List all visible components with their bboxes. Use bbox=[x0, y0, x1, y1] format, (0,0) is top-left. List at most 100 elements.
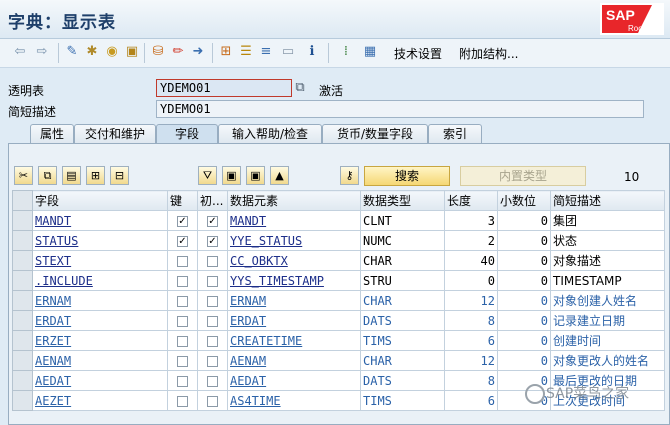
initial-checkbox-cell[interactable] bbox=[197, 350, 228, 371]
object-icon[interactable]: ▣ bbox=[124, 44, 140, 60]
copy-row-icon[interactable]: ⧉ bbox=[38, 166, 57, 185]
field-name-cell[interactable]: MANDT bbox=[32, 210, 168, 231]
decimals-cell[interactable]: 0 bbox=[497, 210, 551, 231]
decimals-cell[interactable]: 0 bbox=[497, 250, 551, 271]
tech-settings-button[interactable]: 技术设置 bbox=[394, 45, 442, 62]
columns-icon[interactable]: ⁞ bbox=[338, 44, 354, 60]
filter-icon[interactable]: ⛛ bbox=[198, 166, 217, 185]
initial-checkbox-cell[interactable] bbox=[197, 390, 228, 411]
tree-icon[interactable]: ≡ bbox=[258, 44, 274, 60]
data-type-cell[interactable]: TIMS bbox=[360, 390, 445, 411]
row-selector[interactable] bbox=[12, 310, 33, 331]
table-row[interactable]: MANDT ✓ ✓ MANDT CLNT 3 0 集团 bbox=[12, 210, 665, 231]
header-field[interactable]: 字段 bbox=[32, 190, 168, 211]
initial-checkbox[interactable]: ✓ bbox=[207, 235, 218, 247]
table-row[interactable]: AENAM AENAM CHAR 12 0 对象更改人的姓名 bbox=[12, 350, 665, 371]
field-name-cell[interactable]: .INCLUDE bbox=[32, 270, 168, 291]
header-length[interactable]: 长度 bbox=[444, 190, 498, 211]
row-selector[interactable] bbox=[12, 290, 33, 311]
initial-checkbox-cell[interactable]: ✓ bbox=[197, 210, 228, 231]
length-cell[interactable]: 12 bbox=[444, 290, 498, 311]
table-row[interactable]: ERNAM ERNAM CHAR 12 0 对象创建人姓名 bbox=[12, 290, 665, 311]
display-change-icon[interactable]: ✎ bbox=[64, 44, 80, 60]
key-checkbox[interactable] bbox=[177, 395, 188, 407]
builtin-type-button[interactable]: 内置类型 bbox=[460, 166, 586, 186]
key-checkbox-cell[interactable] bbox=[167, 310, 198, 331]
append-structure-button[interactable]: 附加结构... bbox=[459, 45, 518, 62]
cut-icon[interactable]: ✂ bbox=[14, 166, 33, 185]
decimals-cell[interactable]: 0 bbox=[497, 350, 551, 371]
row-selector[interactable] bbox=[12, 330, 33, 351]
header-decimals[interactable]: 小数位 bbox=[497, 190, 551, 211]
initial-checkbox[interactable]: ✓ bbox=[207, 215, 218, 227]
tab-currency[interactable]: 货币/数量字段 bbox=[322, 124, 428, 143]
copy-icon[interactable]: ⧉ bbox=[292, 80, 308, 96]
length-cell[interactable]: 0 bbox=[444, 270, 498, 291]
field-name-cell[interactable]: STEXT bbox=[32, 250, 168, 271]
header-initial[interactable]: 初... bbox=[197, 190, 228, 211]
key-icon[interactable]: ⚷ bbox=[340, 166, 359, 185]
data-type-cell[interactable]: CHAR bbox=[360, 290, 445, 311]
decimals-cell[interactable]: 0 bbox=[497, 270, 551, 291]
decimals-cell[interactable]: 0 bbox=[497, 230, 551, 251]
data-type-cell[interactable]: TIMS bbox=[360, 330, 445, 351]
data-element-cell[interactable]: CC_OBKTX bbox=[227, 250, 361, 271]
length-cell[interactable]: 6 bbox=[444, 330, 498, 351]
key-checkbox[interactable] bbox=[177, 255, 188, 267]
table-row[interactable]: ERDAT ERDAT DATS 8 0 记录建立日期 bbox=[12, 310, 665, 331]
key-checkbox-cell[interactable] bbox=[167, 370, 198, 391]
row-selector[interactable] bbox=[12, 250, 33, 271]
row-selector[interactable] bbox=[12, 270, 33, 291]
page-up-icon[interactable]: ▣ bbox=[222, 166, 241, 185]
data-element-cell[interactable]: AEDAT bbox=[227, 370, 361, 391]
data-type-cell[interactable]: CLNT bbox=[360, 210, 445, 231]
length-cell[interactable]: 3 bbox=[444, 210, 498, 231]
initial-checkbox-cell[interactable] bbox=[197, 310, 228, 331]
key-checkbox-cell[interactable] bbox=[167, 270, 198, 291]
data-element-cell[interactable]: ERNAM bbox=[227, 290, 361, 311]
initial-checkbox[interactable] bbox=[207, 295, 218, 307]
search-button[interactable]: 搜索 bbox=[364, 166, 450, 186]
row-selector[interactable] bbox=[12, 370, 33, 391]
row-selector[interactable] bbox=[12, 350, 33, 371]
data-element-cell[interactable]: AS4TIME bbox=[227, 390, 361, 411]
length-cell[interactable]: 12 bbox=[444, 350, 498, 371]
insert-row-icon[interactable]: ⊞ bbox=[86, 166, 105, 185]
where-used-icon[interactable]: ➜ bbox=[190, 44, 206, 60]
table-row[interactable]: STATUS ✓ ✓ YYE_STATUS NUMC 2 0 状态 bbox=[12, 230, 665, 251]
initial-checkbox[interactable] bbox=[207, 255, 218, 267]
activate-icon[interactable]: ✱ bbox=[84, 44, 100, 60]
tab-indexes[interactable]: 索引 bbox=[428, 124, 482, 143]
initial-checkbox[interactable] bbox=[207, 315, 218, 327]
paste-icon[interactable]: ▤ bbox=[62, 166, 81, 185]
table-icon[interactable]: ▦ bbox=[362, 44, 378, 60]
length-cell[interactable]: 2 bbox=[444, 230, 498, 251]
data-element-cell[interactable]: ERDAT bbox=[227, 310, 361, 331]
key-checkbox[interactable]: ✓ bbox=[177, 235, 188, 247]
row-selector[interactable] bbox=[12, 230, 33, 251]
length-cell[interactable]: 8 bbox=[444, 310, 498, 331]
header-key[interactable]: 键 bbox=[167, 190, 198, 211]
table-row[interactable]: .INCLUDE YYS_TIMESTAMP STRU 0 0 TIMESTAMP bbox=[12, 270, 665, 291]
edit-pencil-icon[interactable]: ✏ bbox=[170, 44, 186, 60]
initial-checkbox-cell[interactable] bbox=[197, 370, 228, 391]
field-name-cell[interactable]: STATUS bbox=[32, 230, 168, 251]
initial-checkbox-cell[interactable] bbox=[197, 250, 228, 271]
key-checkbox[interactable] bbox=[177, 275, 188, 287]
page-down-icon[interactable]: ▣ bbox=[246, 166, 265, 185]
hierarchy-icon[interactable]: ⛁ bbox=[150, 44, 166, 60]
field-name-cell[interactable]: AEDAT bbox=[32, 370, 168, 391]
data-element-cell[interactable]: MANDT bbox=[227, 210, 361, 231]
field-name-cell[interactable]: ERNAM bbox=[32, 290, 168, 311]
header-data-element[interactable]: 数据元素 bbox=[227, 190, 361, 211]
data-element-cell[interactable]: AENAM bbox=[227, 350, 361, 371]
back-icon[interactable]: ⇦ bbox=[12, 44, 28, 60]
key-checkbox-cell[interactable]: ✓ bbox=[167, 210, 198, 231]
table-row[interactable]: STEXT CC_OBKTX CHAR 40 0 对象描述 bbox=[12, 250, 665, 271]
select-all-cell[interactable] bbox=[12, 190, 33, 211]
key-checkbox[interactable] bbox=[177, 315, 188, 327]
check-icon[interactable]: ◉ bbox=[104, 44, 120, 60]
key-checkbox-cell[interactable] bbox=[167, 330, 198, 351]
key-checkbox-cell[interactable] bbox=[167, 390, 198, 411]
data-element-cell[interactable]: CREATETIME bbox=[227, 330, 361, 351]
